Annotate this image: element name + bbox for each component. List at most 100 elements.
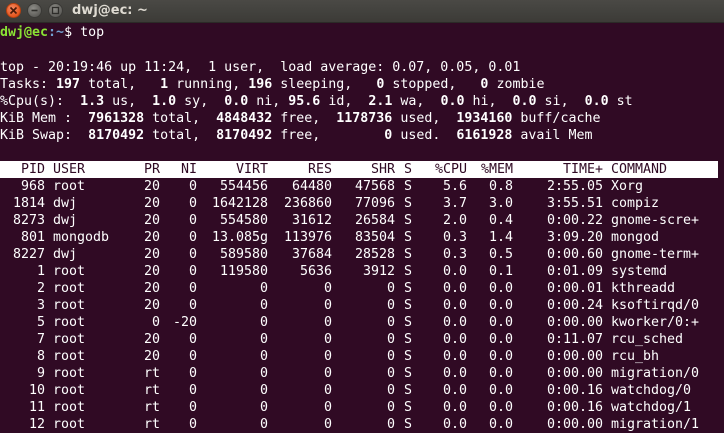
window-title: dwj@ec: ~ [72, 3, 148, 18]
process-cell-cpu: 5.6 [442, 179, 467, 194]
column-header-ni: NI [180, 162, 197, 177]
process-cell-pid: 968 [20, 179, 45, 194]
process-cell-s: S [404, 400, 413, 415]
process-cell-s: S [404, 230, 413, 245]
prompt-user-host: dwj@ec [0, 25, 49, 40]
process-cell-cpu: 3.7 [442, 196, 467, 211]
process-cell-virt: 119580 [219, 264, 268, 279]
process-cell-ni: 0 [188, 281, 197, 296]
process-cell-mem: 3.0 [488, 196, 513, 211]
prompt-symbol: $ [64, 25, 73, 40]
maximize-button[interactable] [48, 3, 63, 18]
process-cell-ni: 0 [188, 332, 197, 347]
process-cell-mem: 0.8 [488, 179, 513, 194]
process-row: 12 root rt 0 0 0 0 S 0.0 0.0 0:00.00 migration/1 [0, 416, 724, 433]
process-cell-cpu: 0.0 [442, 264, 467, 279]
process-cell-pr: 20 [143, 281, 160, 296]
process-cell-mem: 0.0 [488, 383, 513, 398]
process-cell-mem: 0.0 [488, 417, 513, 432]
process-cell-s: S [404, 196, 413, 211]
process-cell-time: 0:00.60 [546, 247, 603, 262]
close-button[interactable] [6, 3, 21, 18]
column-header-virt: VIRT [235, 162, 268, 177]
process-cell-shr: 0 [386, 281, 395, 296]
process-cell-pr: 20 [143, 349, 160, 364]
process-cell-ni: 0 [188, 417, 197, 432]
process-cell-ni: 0 [188, 349, 197, 364]
process-cell-virt: 589580 [219, 247, 268, 262]
process-cell-shr: 28528 [354, 247, 395, 262]
process-cell-cmd: watchdog/0 [611, 383, 692, 398]
process-row: 8 root 20 0 0 0 0 S 0.0 0.0 0:00.00 rcu_bh [0, 348, 724, 365]
process-cell-cpu: 0.0 [442, 349, 467, 364]
minimize-icon [31, 9, 38, 12]
process-cell-user: root [53, 366, 86, 381]
process-cell-user: root [53, 400, 86, 415]
process-cell-mem: 0.0 [488, 349, 513, 364]
process-cell-pr: 20 [143, 230, 160, 245]
process-cell-cpu: 0.3 [442, 230, 467, 245]
minimize-button[interactable] [27, 3, 42, 18]
terminal-area[interactable]: dwj@ec:~$ top top - 20:19:46 up 11:24, 1… [0, 22, 724, 433]
process-cell-pr: 20 [143, 213, 160, 228]
process-cell-cmd: watchdog/1 [611, 400, 692, 415]
process-row: 11 root rt 0 0 0 0 S 0.0 0.0 0:00.16 watchdog/1 [0, 399, 724, 416]
process-cell-res: 0 [323, 315, 332, 330]
process-cell-pid: 9 [36, 366, 45, 381]
process-cell-cmd: kthreadd [611, 281, 676, 296]
process-cell-time: 0:00.16 [546, 383, 603, 398]
process-cell-s: S [404, 298, 413, 313]
process-cell-time: 0:00.01 [546, 281, 603, 296]
process-cell-user: dwj [53, 213, 78, 228]
process-cell-pr: 0 [151, 315, 160, 330]
process-cell-res: 0 [323, 383, 332, 398]
process-cell-mem: 0.5 [488, 247, 513, 262]
process-cell-virt: 0 [259, 417, 268, 432]
process-cell-user: root [53, 417, 86, 432]
process-cell-cmd: ksoftirqd/0 [611, 298, 700, 313]
process-cell-res: 37684 [291, 247, 332, 262]
process-cell-res: 0 [323, 298, 332, 313]
column-header-s: S [404, 162, 413, 177]
process-cell-s: S [404, 417, 413, 432]
process-cell-res: 0 [323, 349, 332, 364]
process-row: 968 root 20 0 554456 64480 47568 S 5.6 0.8 2:55.05… [0, 178, 724, 195]
process-cell-pid: 5 [36, 315, 45, 330]
process-cell-pr: rt [143, 366, 160, 381]
process-cell-res: 0 [323, 366, 332, 381]
process-cell-pid: 2 [36, 281, 45, 296]
process-cell-pr: 20 [143, 179, 160, 194]
process-cell-cmd: systemd [611, 264, 668, 279]
process-cell-time: 0:00.00 [546, 366, 603, 381]
process-cell-shr: 0 [386, 332, 395, 347]
process-cell-virt: 0 [259, 281, 268, 296]
process-cell-res: 0 [323, 281, 332, 296]
process-cell-s: S [404, 315, 413, 330]
process-cell-cpu: 0.0 [442, 315, 467, 330]
process-cell-pid: 801 [20, 230, 45, 245]
column-header-shr: SHR [370, 162, 395, 177]
process-cell-time: 0:00.22 [546, 213, 603, 228]
process-cell-shr: 0 [386, 366, 395, 381]
column-header-mem: %MEM [480, 162, 513, 177]
column-header-pr: PR [143, 162, 160, 177]
column-header-cmd: COMMAND [611, 162, 668, 177]
process-cell-s: S [404, 349, 413, 364]
process-cell-shr: 0 [386, 315, 395, 330]
process-cell-cpu: 0.3 [442, 247, 467, 262]
process-cell-cpu: 0.0 [442, 383, 467, 398]
process-cell-mem: 0.1 [488, 264, 513, 279]
process-cell-user: root [53, 264, 86, 279]
process-cell-ni: 0 [188, 298, 197, 313]
title-bar[interactable]: dwj@ec: ~ [0, 0, 724, 23]
process-cell-shr: 0 [386, 349, 395, 364]
process-cell-virt: 554456 [219, 179, 268, 194]
summary-tasks-line: Tasks: 197 total, 1 running, 196 sleepin… [0, 77, 545, 92]
process-row: 9 root rt 0 0 0 0 S 0.0 0.0 0:00.00 migration/0 [0, 365, 724, 382]
process-cell-shr: 3912 [362, 264, 395, 279]
process-cell-s: S [404, 366, 413, 381]
process-cell-ni: 0 [188, 383, 197, 398]
prompt-path: :~ [48, 25, 65, 40]
process-cell-cmd: migration/1 [611, 417, 700, 432]
process-row: 1 root 20 0 119580 5636 3912 S 0.0 0.1 0:01.09 syst… [0, 263, 724, 280]
